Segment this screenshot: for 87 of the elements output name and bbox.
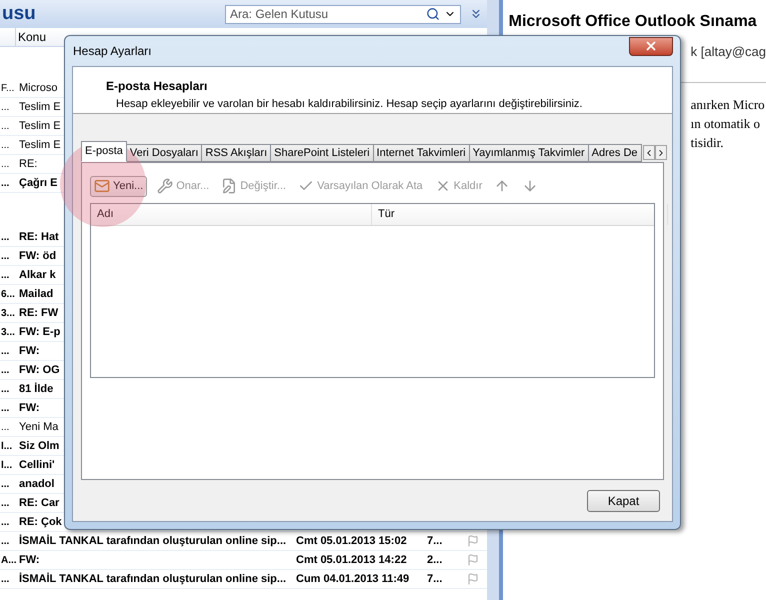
- dialog-title: Hesap Ayarları: [73, 43, 152, 60]
- subject-text: Yeni Ma: [19, 420, 58, 433]
- subject-text: anadol: [19, 478, 54, 490]
- subject-text: RE: FW: [19, 306, 58, 319]
- subject-text: FW:: [19, 344, 40, 357]
- search-field[interactable]: Ara: Gelen Kutusu: [230, 5, 422, 23]
- close-icon: [644, 39, 658, 53]
- subject-text: 81 İlde: [19, 382, 54, 395]
- date-text: Cmt 05.01.2013 15:02: [296, 534, 407, 547]
- subject-text: FW: E-p: [19, 326, 60, 338]
- search-icon[interactable]: [426, 7, 440, 21]
- tab[interactable]: Internet Takvimleri: [372, 144, 470, 162]
- dialog-description: Hesap ekleyebilir ve varolan bir hesabı kaldırabilirsiniz. Hesap seçip ayarlarını değiştirebilirsiniz.: [115, 97, 584, 112]
- close-dialog-button[interactable]: Kapat: [587, 490, 660, 512]
- sender-text: 3...: [0, 326, 15, 338]
- column-header[interactable]: Tür: [372, 204, 668, 225]
- sender-text: l...: [0, 460, 12, 471]
- message-title: Microsoft Office Outlook Sınama: [508, 12, 758, 32]
- sender-text: ...: [0, 158, 10, 170]
- scroll-left-button[interactable]: [642, 145, 655, 160]
- body-text: ın otomatik o: [690, 114, 760, 132]
- wrench-icon: [157, 178, 174, 194]
- sender-text: ...: [0, 402, 10, 414]
- subject-text: FW:: [19, 554, 40, 566]
- subject-text: FW: OG: [19, 364, 60, 376]
- subject-text: FW:: [19, 402, 40, 414]
- tab[interactable]: Veri Dosyaları: [126, 144, 202, 162]
- tab[interactable]: Adres De: [588, 144, 642, 162]
- dialog-heading: E-posta Hesapları: [106, 78, 208, 95]
- subject-text: Teslim E: [19, 138, 61, 151]
- scroll-right-button[interactable]: [654, 145, 667, 160]
- sender-text: ...: [0, 250, 10, 262]
- subject-text: İSMAİL TANKAL tarafından oluşturulan online sip...: [19, 572, 286, 585]
- edit-icon: [221, 178, 238, 194]
- sender-text: ...: [0, 346, 10, 357]
- sender-text: ...: [0, 232, 10, 243]
- subject-text: Siz Olm: [19, 440, 60, 452]
- folder-title: usu: [2, 2, 36, 26]
- sender-text: ...: [0, 140, 10, 151]
- sender-text: l...: [0, 440, 12, 452]
- size-text: 7...: [427, 572, 442, 585]
- sender-text: ...: [0, 364, 10, 376]
- subject-text: RE:: [19, 158, 38, 170]
- tab[interactable]: E-posta: [81, 141, 127, 162]
- subject-text: RE: Hat: [19, 230, 59, 243]
- sender-text: 3...: [0, 308, 15, 319]
- subject-text: RE: Car: [19, 496, 60, 509]
- sender-text: ...: [0, 102, 10, 113]
- subject-text: FW: öd: [19, 250, 56, 262]
- subject-text: RE: Çok: [19, 516, 62, 528]
- column-header[interactable]: Adı: [91, 204, 372, 225]
- subject-text: Microso: [19, 82, 58, 94]
- sender-text: ...: [0, 536, 10, 547]
- subject-text: Mailad: [19, 288, 54, 300]
- subject-text: İSMAİL TANKAL tarafından oluşturulan online sip...: [19, 534, 286, 547]
- date-text: Cum 04.01.2013 11:49: [296, 572, 410, 585]
- subject-text: Alkar k: [19, 268, 56, 281]
- sender-text: k [altay@cag: [690, 43, 766, 61]
- sender-text: ...: [0, 270, 10, 281]
- tab[interactable]: Yayımlanmış Takvimler: [468, 144, 589, 162]
- sender-text: ...: [0, 574, 10, 585]
- size-text: 7...: [427, 534, 442, 547]
- search-box[interactable]: Ara: Gelen Kutusu: [225, 4, 461, 24]
- sender-text: ...: [0, 384, 10, 395]
- column-header[interactable]: Konu: [15, 28, 46, 46]
- sender-text: F...: [0, 82, 14, 94]
- body-text: anırken Micro: [690, 96, 765, 114]
- size-text: 2...: [427, 554, 442, 566]
- envelope-icon: [94, 178, 110, 194]
- subject-text: Çağrı E: [19, 176, 58, 189]
- tab[interactable]: RSS Akışları: [201, 144, 272, 162]
- subject-text: Teslim E: [19, 100, 61, 113]
- sender-text: ...: [0, 120, 10, 132]
- date-text: Cmt 05.01.2013 14:22: [296, 554, 407, 566]
- sender-text: ...: [0, 422, 10, 433]
- sender-text: ...: [0, 478, 10, 490]
- subject-text: Teslim E: [19, 120, 61, 132]
- toolbar-button[interactable]: Yeni...: [90, 176, 148, 196]
- sender-text: 6...: [0, 288, 15, 300]
- sender-text: ...: [0, 498, 10, 509]
- sender-text: ...: [0, 178, 10, 189]
- sender-text: ...: [0, 516, 10, 528]
- body-text: tisidir.: [690, 134, 724, 152]
- subject-text: Cellini': [19, 458, 55, 471]
- tab[interactable]: SharePoint Listeleri: [270, 144, 374, 162]
- sender-text: A...: [0, 554, 17, 566]
- close-button[interactable]: [629, 36, 673, 56]
